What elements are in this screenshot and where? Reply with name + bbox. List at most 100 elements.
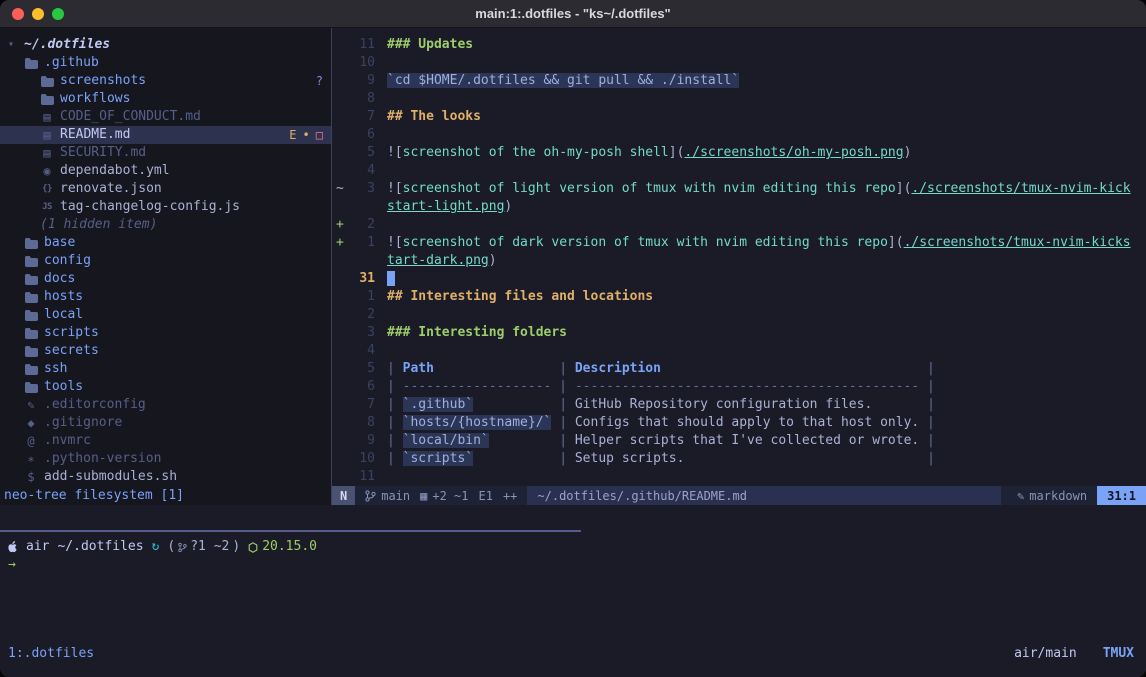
tmux-host-session: air/main	[1014, 645, 1077, 663]
git-untracked-icon: ?	[316, 72, 323, 90]
editor-line[interactable]: 5| Path | Description |	[333, 360, 1146, 378]
line-text: ### Interesting folders	[387, 324, 567, 342]
editor-line[interactable]: 1## Interesting files and locations	[333, 288, 1146, 306]
neotree-statusline: neo-tree filesystem [1]	[4, 486, 184, 505]
tree-item-workflows[interactable]: workflows	[0, 90, 331, 108]
tree-item-github[interactable]: .github	[0, 54, 331, 72]
tree-item-readme-md[interactable]: ▤README.mdE•□	[0, 126, 331, 144]
gutter-sign	[333, 90, 347, 108]
gutter-sign	[333, 288, 347, 306]
tree-item-config[interactable]: config	[0, 252, 331, 270]
editor-line[interactable]: +2	[333, 216, 1146, 234]
editor-line[interactable]: 9| `local/bin` | Helper scripts that I'v…	[333, 432, 1146, 450]
line-number: 7	[347, 108, 375, 126]
line-text: ### Updates	[387, 36, 473, 54]
tree-item-renovate-json[interactable]: {}renovate.json	[0, 180, 331, 198]
line-text: | `hosts/{hostname}/` | Configs that sho…	[387, 414, 935, 432]
tree-item-scripts[interactable]: scripts	[0, 324, 331, 342]
cursor-block	[387, 271, 395, 286]
line-text: ![screenshot of the oh-my-posh shell](./…	[387, 144, 911, 162]
line-number: 11	[347, 36, 375, 54]
editor-line[interactable]: 2	[333, 306, 1146, 324]
tree-item-gitignore[interactable]: ◆.gitignore	[0, 414, 331, 432]
expander-icon: ▾	[8, 36, 18, 54]
tree-item-1-hidden-item[interactable]: (1 hidden item)	[0, 216, 331, 234]
tree-item-label: docs	[44, 270, 75, 288]
folder-icon	[40, 94, 54, 105]
tree-item-tools[interactable]: tools	[0, 378, 331, 396]
line-number: 10	[347, 54, 375, 72]
line-text: start-light.png)	[387, 198, 512, 216]
tree-item-python-version[interactable]: ∗.python-version	[0, 450, 331, 468]
editor-line[interactable]: 4	[333, 342, 1146, 360]
editor-line[interactable]: ~3![screenshot of light version of tmux …	[333, 180, 1146, 198]
line-text: ## Interesting files and locations	[387, 288, 653, 306]
editor-line[interactable]: 6| ------------------- | ---------------…	[333, 378, 1146, 396]
editor-line[interactable]: 10| `scripts` | Setup scripts. |	[333, 450, 1146, 468]
tree-item-hosts[interactable]: hosts	[0, 288, 331, 306]
editor-pane[interactable]: 11 ### Updates 10 9`cd $HOME/.dotfiles &&…	[333, 36, 1146, 486]
zoom-button[interactable]	[52, 8, 64, 20]
tree-item-tag-changelog-config-js[interactable]: JStag-changelog-config.js	[0, 198, 331, 216]
gutter-sign	[333, 378, 347, 396]
shell-input-line[interactable]: →	[8, 556, 1138, 574]
terminal-window: main:1:.dotfiles - "ks~/.dotfiles" ▾~/.d…	[0, 0, 1146, 677]
git-status-open: (	[167, 538, 175, 556]
editor-line[interactable]: 6	[333, 126, 1146, 144]
editor-line[interactable]: 3### Interesting folders	[333, 324, 1146, 342]
editor-line[interactable]: 8| `hosts/{hostname}/` | Configs that sh…	[333, 414, 1146, 432]
line-text: ## The looks	[387, 108, 481, 126]
json-icon: {}	[40, 180, 54, 198]
line-number	[347, 252, 375, 270]
git-branch[interactable]: main	[365, 487, 410, 505]
node-version: 20.15.0	[248, 538, 317, 556]
editor-line[interactable]: 7| `.github` | GitHub Repository configu…	[333, 396, 1146, 414]
tree-item-base[interactable]: base	[0, 234, 331, 252]
tree-item-security-md[interactable]: ▤SECURITY.md	[0, 144, 331, 162]
tree-item-add-submodules-sh[interactable]: $add-submodules.sh	[0, 468, 331, 486]
editor-lines: 11 ### Updates 10 9`cd $HOME/.dotfiles &&…	[333, 36, 1146, 486]
tree-item-nvmrc[interactable]: @.nvmrc	[0, 432, 331, 450]
tree-item-secrets[interactable]: secrets	[0, 342, 331, 360]
editor-line[interactable]: 11	[333, 468, 1146, 486]
minimize-button[interactable]	[32, 8, 44, 20]
tree-item-local[interactable]: local	[0, 306, 331, 324]
shell-pane[interactable]: air ~/.dotfiles ↻ ( ?1 ~2 ) 20.15.0 →	[8, 538, 1138, 574]
tree-item-label: .editorconfig	[44, 396, 146, 414]
node-version-number: 20.15.0	[262, 538, 317, 556]
tree-item-screenshots[interactable]: screenshots?	[0, 72, 331, 90]
folder-icon	[40, 76, 54, 87]
git-diff-summary: ▦ +2 ~1	[420, 487, 468, 505]
editor-line[interactable]: 8	[333, 90, 1146, 108]
editor-line[interactable]: 31	[333, 270, 1146, 288]
tree-item-dependabot-yml[interactable]: ◉dependabot.yml	[0, 162, 331, 180]
tmux-session-tab[interactable]: 1:.dotfiles	[8, 645, 94, 663]
editor-line[interactable]: 7 ## The looks	[333, 108, 1146, 126]
pencil-icon: ✎	[1017, 487, 1024, 505]
editor-line[interactable]: start-light.png)	[333, 198, 1146, 216]
folder-icon	[24, 328, 38, 339]
window-title: main:1:.dotfiles - "ks~/.dotfiles"	[475, 6, 670, 21]
tree-item-docs[interactable]: docs	[0, 270, 331, 288]
markdown-file-icon: ▤	[40, 108, 54, 126]
git-branch-name: main	[381, 487, 410, 505]
editor-line[interactable]: 4	[333, 162, 1146, 180]
tree-item-editorconfig[interactable]: ✎ .editorconfig	[0, 396, 331, 414]
editor-line[interactable]: +1![screenshot of dark version of tmux w…	[333, 234, 1146, 252]
tree-item-code-of-conduct-md[interactable]: ▤CODE_OF_CONDUCT.md	[0, 108, 331, 126]
editor-line[interactable]: tart-dark.png)	[333, 252, 1146, 270]
tree-item-ssh[interactable]: ssh	[0, 360, 331, 378]
editorconfig-icon: ✎	[24, 396, 38, 414]
editor-line[interactable]: 11 ### Updates	[333, 36, 1146, 54]
close-button[interactable]	[12, 8, 24, 20]
tree-item-label: base	[44, 234, 75, 252]
pane-separator[interactable]	[331, 28, 332, 505]
tmux-pane-border[interactable]	[0, 530, 581, 532]
gutter-sign	[333, 414, 347, 432]
diagnostics-summary: E1	[479, 487, 493, 505]
editor-line[interactable]: 9`cd $HOME/.dotfiles && git pull && ./in…	[333, 72, 1146, 90]
editor-line[interactable]: 10	[333, 54, 1146, 72]
tree-item-dotfiles[interactable]: ▾~/.dotfiles	[0, 36, 331, 54]
git-icon: ◆	[24, 414, 38, 432]
editor-line[interactable]: 5![screenshot of the oh-my-posh shell](.…	[333, 144, 1146, 162]
